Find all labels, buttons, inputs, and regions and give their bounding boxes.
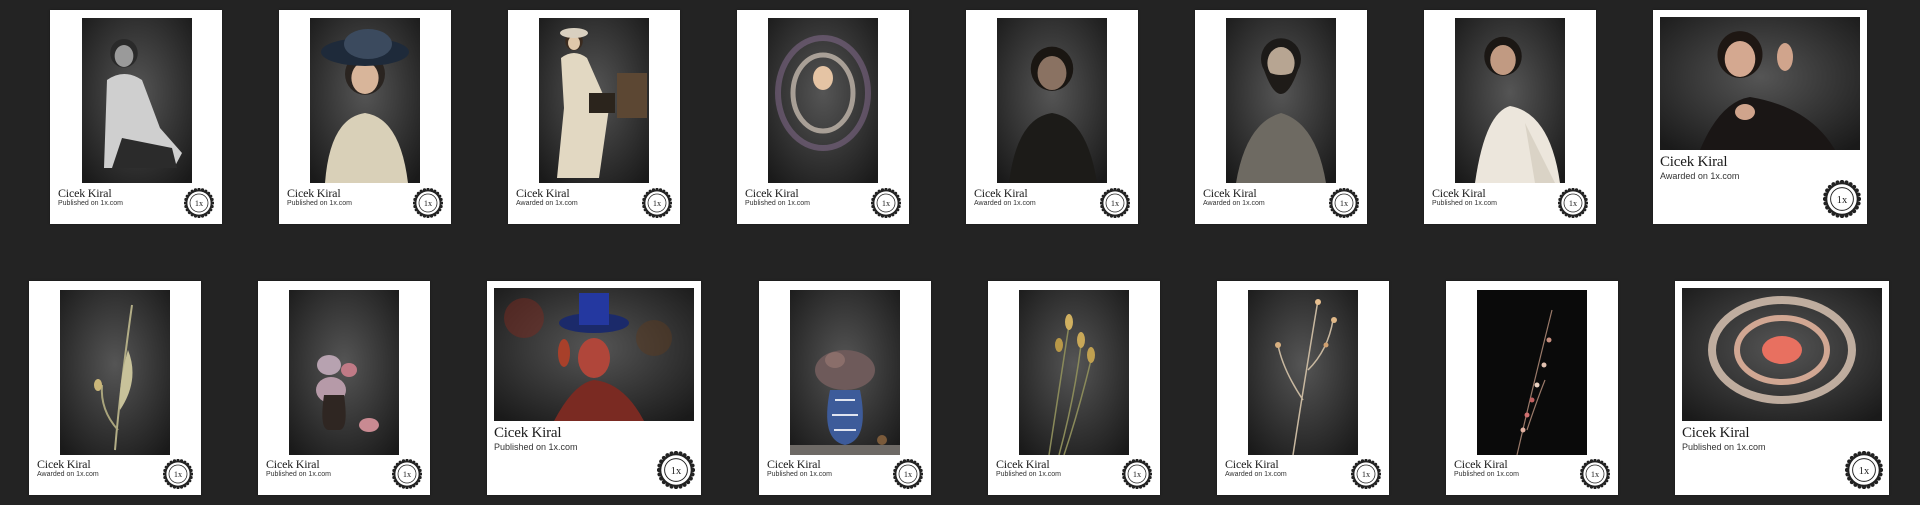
- photo-card[interactable]: Cicek Kiral Published on 1x.com 1x: [279, 10, 451, 224]
- publication-caption: Published on 1x.com: [1432, 200, 1497, 207]
- photo-thumbnail[interactable]: [1660, 17, 1860, 150]
- award-badge-icon: 1x: [642, 188, 672, 218]
- svg-text:1x: 1x: [424, 199, 433, 208]
- photo-card[interactable]: Cicek Kiral Published on 1x.com 1x: [759, 281, 931, 495]
- photo-thumbnail[interactable]: [1019, 290, 1129, 455]
- publication-caption: Published on 1x.com: [1454, 471, 1519, 478]
- publication-caption: Awarded on 1x.com: [516, 200, 578, 207]
- publication-caption: Published on 1x.com: [767, 471, 832, 478]
- award-badge-icon: 1x: [1580, 459, 1610, 489]
- photo-card[interactable]: Cicek Kiral Published on 1x.com 1x: [487, 281, 701, 495]
- photographer-name[interactable]: Cicek Kiral: [1660, 154, 1728, 171]
- svg-text:1x: 1x: [174, 470, 183, 479]
- photographer-name[interactable]: Cicek Kiral: [516, 186, 570, 201]
- photo-thumbnail[interactable]: [1682, 288, 1882, 421]
- svg-text:1x: 1x: [1859, 466, 1870, 477]
- photo-card[interactable]: Cicek Kiral Awarded on 1x.com 1x: [1195, 10, 1367, 224]
- photographer-name[interactable]: Cicek Kiral: [767, 457, 821, 472]
- svg-text:1x: 1x: [1591, 470, 1600, 479]
- photo-card[interactable]: Cicek Kiral Awarded on 1x.com 1x: [29, 281, 201, 495]
- award-badge-icon: 1x: [184, 188, 214, 218]
- photo-card[interactable]: Cicek Kiral Published on 1x.com 1x: [988, 281, 1160, 495]
- svg-text:1x: 1x: [904, 470, 913, 479]
- photo-thumbnail[interactable]: [289, 290, 399, 455]
- photo-thumbnail[interactable]: [790, 290, 900, 455]
- photo-thumbnail[interactable]: [768, 18, 878, 183]
- award-badge-icon: 1x: [1100, 188, 1130, 218]
- award-badge-icon: 1x: [893, 459, 923, 489]
- photo-card[interactable]: Cicek Kiral Published on 1x.com 1x: [737, 10, 909, 224]
- photographer-name[interactable]: Cicek Kiral: [37, 457, 91, 472]
- photo-card[interactable]: Cicek Kiral Published on 1x.com 1x: [258, 281, 430, 495]
- publication-caption: Published on 1x.com: [745, 200, 810, 207]
- publication-caption: Awarded on 1x.com: [37, 471, 99, 478]
- award-badge-icon: 1x: [1823, 180, 1861, 218]
- svg-text:1x: 1x: [1111, 199, 1120, 208]
- award-badge-icon: 1x: [657, 451, 695, 489]
- photo-card[interactable]: Cicek Kiral Awarded on 1x.com 1x: [1653, 10, 1867, 224]
- publication-caption: Awarded on 1x.com: [1203, 200, 1265, 207]
- award-badge-icon: 1x: [392, 459, 422, 489]
- award-badge-icon: 1x: [871, 188, 901, 218]
- photo-thumbnail[interactable]: [1248, 290, 1358, 455]
- photo-thumbnail[interactable]: [1477, 290, 1587, 455]
- photographer-name[interactable]: Cicek Kiral: [996, 457, 1050, 472]
- photo-thumbnail[interactable]: [60, 290, 170, 455]
- photo-thumbnail[interactable]: [82, 18, 192, 183]
- photo-card[interactable]: Cicek Kiral Published on 1x.com 1x: [50, 10, 222, 224]
- photo-thumbnail[interactable]: [539, 18, 649, 183]
- award-badge-icon: 1x: [1558, 188, 1588, 218]
- photographer-name[interactable]: Cicek Kiral: [974, 186, 1028, 201]
- publication-caption: Published on 1x.com: [996, 471, 1061, 478]
- publication-caption: Published on 1x.com: [266, 471, 331, 478]
- svg-text:1x: 1x: [1569, 199, 1578, 208]
- publication-caption: Published on 1x.com: [58, 200, 123, 207]
- photographer-name[interactable]: Cicek Kiral: [266, 457, 320, 472]
- svg-text:1x: 1x: [882, 199, 891, 208]
- photographer-name[interactable]: Cicek Kiral: [1682, 425, 1750, 442]
- photographer-name[interactable]: Cicek Kiral: [745, 186, 799, 201]
- svg-text:1x: 1x: [1837, 195, 1848, 206]
- publication-caption: Awarded on 1x.com: [1225, 471, 1287, 478]
- svg-text:1x: 1x: [403, 470, 412, 479]
- photo-thumbnail[interactable]: [494, 288, 694, 421]
- award-badge-icon: 1x: [1122, 459, 1152, 489]
- photo-card[interactable]: Cicek Kiral Published on 1x.com 1x: [1446, 281, 1618, 495]
- publication-caption: Published on 1x.com: [287, 200, 352, 207]
- publication-caption: Awarded on 1x.com: [1660, 171, 1740, 181]
- award-badge-icon: 1x: [1351, 459, 1381, 489]
- photographer-name[interactable]: Cicek Kiral: [1225, 457, 1279, 472]
- photographer-name[interactable]: Cicek Kiral: [1203, 186, 1257, 201]
- photo-thumbnail[interactable]: [310, 18, 420, 183]
- photographer-name[interactable]: Cicek Kiral: [1454, 457, 1508, 472]
- photo-card[interactable]: Cicek Kiral Published on 1x.com 1x: [1424, 10, 1596, 224]
- svg-text:1x: 1x: [653, 199, 662, 208]
- award-badge-icon: 1x: [163, 459, 193, 489]
- photo-card[interactable]: Cicek Kiral Awarded on 1x.com 1x: [966, 10, 1138, 224]
- svg-text:1x: 1x: [1362, 470, 1371, 479]
- photo-thumbnail[interactable]: [1226, 18, 1336, 183]
- award-badge-icon: 1x: [413, 188, 443, 218]
- photographer-name[interactable]: Cicek Kiral: [287, 186, 341, 201]
- award-badge-icon: 1x: [1845, 451, 1883, 489]
- photo-thumbnail[interactable]: [1455, 18, 1565, 183]
- photo-card[interactable]: Cicek Kiral Published on 1x.com 1x: [1675, 281, 1889, 495]
- publication-caption: Awarded on 1x.com: [974, 200, 1036, 207]
- svg-text:1x: 1x: [195, 199, 204, 208]
- photo-card[interactable]: Cicek Kiral Awarded on 1x.com 1x: [508, 10, 680, 224]
- publication-caption: Published on 1x.com: [1682, 442, 1766, 452]
- award-badge-icon: 1x: [1329, 188, 1359, 218]
- svg-text:1x: 1x: [671, 466, 682, 477]
- svg-text:1x: 1x: [1340, 199, 1349, 208]
- photo-thumbnail[interactable]: [997, 18, 1107, 183]
- photographer-name[interactable]: Cicek Kiral: [1432, 186, 1486, 201]
- svg-text:1x: 1x: [1133, 470, 1142, 479]
- photographer-name[interactable]: Cicek Kiral: [58, 186, 112, 201]
- photographer-name[interactable]: Cicek Kiral: [494, 425, 562, 442]
- publication-caption: Published on 1x.com: [494, 442, 578, 452]
- photo-card[interactable]: Cicek Kiral Awarded on 1x.com 1x: [1217, 281, 1389, 495]
